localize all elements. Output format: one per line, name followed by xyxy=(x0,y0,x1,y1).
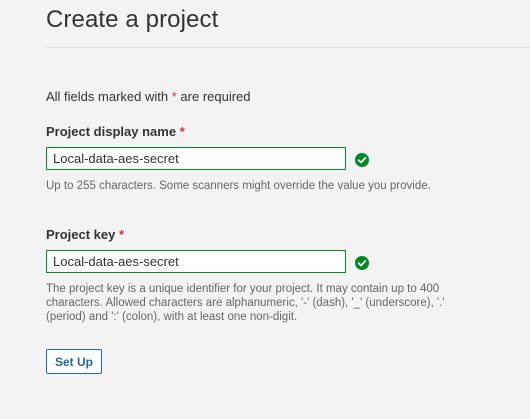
project-key-label: Project key * xyxy=(46,227,124,242)
display-name-input[interactable] xyxy=(46,147,346,170)
project-key-valid-check-icon xyxy=(355,256,369,270)
title-divider xyxy=(46,47,530,48)
required-star: * xyxy=(171,89,177,104)
display-name-valid-check-icon xyxy=(355,153,369,167)
display-name-label: Project display name * xyxy=(46,124,185,139)
required-fields-note: All fields marked with * are required xyxy=(46,89,251,104)
project-key-help-text: The project key is a unique identifier f… xyxy=(46,283,445,323)
display-name-help-text: Up to 255 characters. Some scanners migh… xyxy=(46,180,431,192)
project-key-input[interactable] xyxy=(46,250,346,273)
display-name-label-text: Project display name xyxy=(46,124,177,139)
required-note-suffix: are required xyxy=(180,89,251,104)
set-up-button[interactable]: Set Up xyxy=(46,349,102,374)
page-title: Create a project xyxy=(46,6,219,33)
project-key-required-star: * xyxy=(119,227,125,242)
project-key-label-text: Project key xyxy=(46,227,116,242)
required-note-prefix: All fields marked with xyxy=(46,89,169,104)
display-name-required-star: * xyxy=(179,124,185,139)
